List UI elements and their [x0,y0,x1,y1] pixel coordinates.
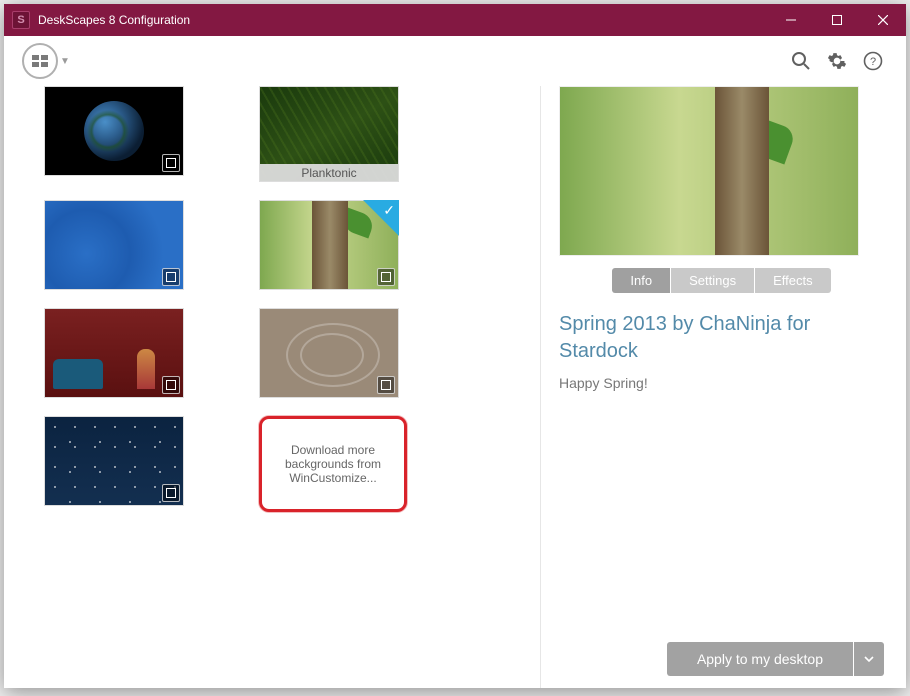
close-button[interactable] [860,4,906,36]
minimize-icon [786,15,796,25]
preview-image [559,86,859,256]
download-more-tile[interactable]: Download more backgrounds from WinCustom… [259,416,407,512]
video-badge-icon [162,268,180,286]
gear-icon [827,51,847,71]
wallpaper-thumb[interactable] [44,86,184,176]
wallpaper-thumb[interactable] [44,308,184,398]
wallpaper-title: Spring 2013 by ChaNinja for Stardock [559,311,884,365]
main-area: Planktonic ✓ [4,86,906,688]
wallpaper-thumb-selected[interactable]: ✓ [259,200,399,290]
tab-info[interactable]: Info [612,268,670,293]
video-badge-icon [162,376,180,394]
grid-icon [32,55,48,67]
video-badge-icon [162,484,180,502]
help-icon: ? [863,51,883,71]
apply-button-group: Apply to my desktop [559,642,884,676]
check-icon: ✓ [383,202,395,219]
wallpaper-thumb[interactable] [259,308,399,398]
view-mode-button[interactable] [22,43,58,79]
wallpaper-thumb[interactable]: Planktonic [259,86,399,182]
titlebar: S DeskScapes 8 Configuration [4,4,906,36]
wallpaper-description: Happy Spring! [559,375,884,391]
detail-tabs: Info Settings Effects [559,268,884,293]
app-icon: S [12,11,30,29]
wallpaper-thumb[interactable] [44,416,184,506]
thumb-caption: Planktonic [259,164,399,182]
video-badge-icon [162,154,180,172]
wallpaper-thumb[interactable] [44,200,184,290]
window-title: DeskScapes 8 Configuration [38,13,768,27]
search-icon [791,51,811,71]
chevron-down-icon[interactable]: ▼ [60,56,70,67]
maximize-button[interactable] [814,4,860,36]
video-badge-icon [377,376,395,394]
chevron-down-icon [864,654,874,664]
tab-settings[interactable]: Settings [671,268,754,293]
vertical-divider [540,86,541,688]
close-icon [878,15,888,25]
apply-button[interactable]: Apply to my desktop [667,642,853,676]
search-button[interactable] [786,46,816,76]
tab-effects[interactable]: Effects [755,268,831,293]
video-badge-icon [377,268,395,286]
download-more-label: Download more backgrounds from WinCustom… [270,443,396,485]
svg-text:?: ? [870,56,876,68]
minimize-button[interactable] [768,4,814,36]
detail-panel: Info Settings Effects Spring 2013 by Cha… [547,86,906,688]
apply-dropdown-button[interactable] [854,642,884,676]
maximize-icon [832,15,842,25]
help-button[interactable]: ? [858,46,888,76]
gallery-grid: Planktonic ✓ [4,86,534,688]
toolbar: ▼ ? [4,36,906,86]
app-window: S DeskScapes 8 Configuration ▼ ? [4,4,906,688]
settings-button[interactable] [822,46,852,76]
